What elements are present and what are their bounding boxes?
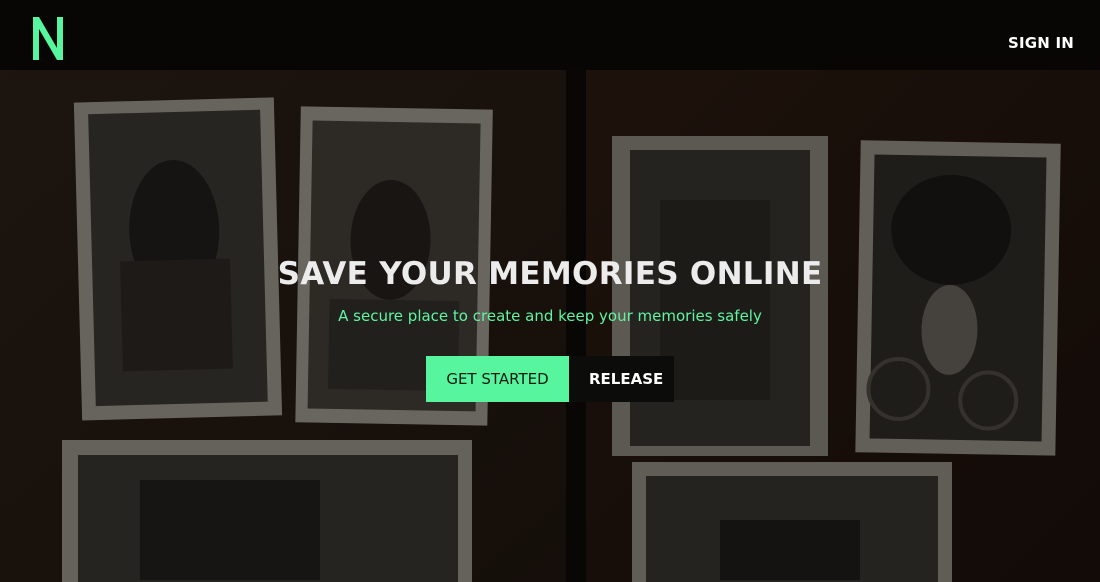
hero-tagline: A secure place to create and keep your m…: [338, 307, 762, 325]
release-button[interactable]: RELEASE: [569, 356, 674, 402]
sign-in-link[interactable]: SIGN IN: [1008, 34, 1074, 52]
get-started-button[interactable]: GET STARTED: [426, 356, 569, 402]
letter-n-logo[interactable]: [30, 12, 66, 64]
hero-actions: GET STARTED RELEASE: [0, 356, 1100, 402]
hero-section: SIGN IN SAVE YOUR MEMORIES ONLINE A secu…: [0, 0, 1100, 582]
hero-headline: SAVE YOUR MEMORIES ONLINE: [277, 256, 823, 292]
hero-content: SAVE YOUR MEMORIES ONLINE A secure place…: [0, 252, 1100, 402]
